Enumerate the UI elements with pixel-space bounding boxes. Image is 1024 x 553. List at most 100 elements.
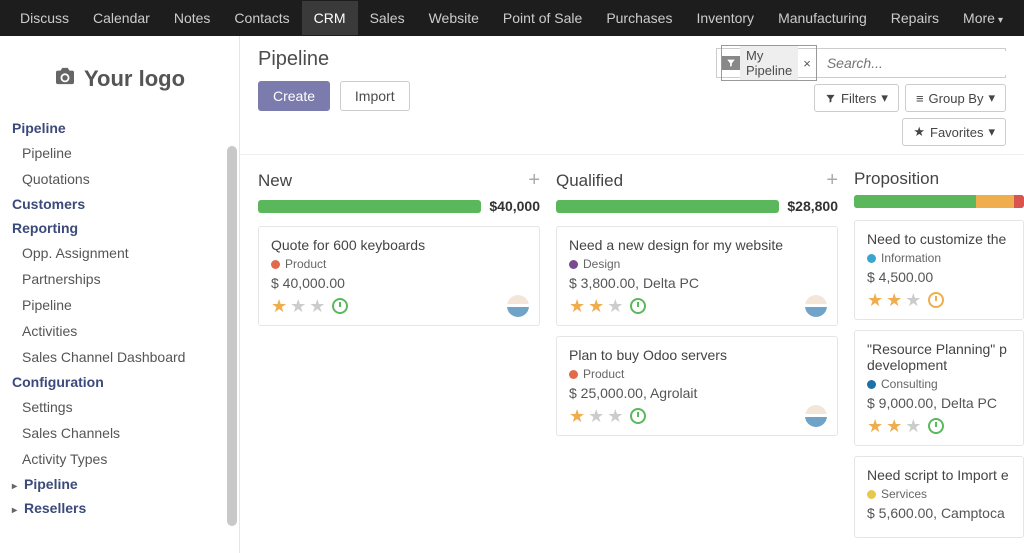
chevron-right-icon: ▸	[12, 481, 20, 492]
card-title: Need script to Import e	[867, 467, 1011, 483]
sidebar-item-settings[interactable]: Settings	[0, 394, 239, 420]
tag-dot-icon	[569, 370, 578, 379]
sidebar-item-quotations[interactable]: Quotations	[0, 166, 239, 192]
company-logo[interactable]: Your logo	[0, 48, 239, 116]
priority-stars[interactable]: ★★★	[271, 297, 527, 315]
filters-button[interactable]: Filters ▾	[814, 84, 899, 112]
card-subtitle: $ 25,000.00, Agrolait	[569, 385, 825, 401]
nav-item-repairs[interactable]: Repairs	[879, 1, 951, 35]
kanban-board: New+$40,000Quote for 600 keyboardsProduc…	[240, 155, 1024, 553]
control-panel: Pipeline Create Import My Pipeline ×	[240, 36, 1024, 155]
nav-item-inventory[interactable]: Inventory	[684, 1, 766, 35]
sidebar-section-pipeline[interactable]: Pipeline	[0, 116, 239, 140]
nav-item-point-of-sale[interactable]: Point of Sale	[491, 1, 594, 35]
sidebar-section-pipeline[interactable]: ▸Pipeline	[0, 472, 239, 496]
avatar[interactable]	[805, 405, 827, 427]
search-facet[interactable]: My Pipeline ×	[721, 45, 817, 81]
activity-clock-icon[interactable]	[332, 298, 348, 314]
sidebar-section-configuration[interactable]: Configuration	[0, 370, 239, 394]
sidebar-item-partnerships[interactable]: Partnerships	[0, 266, 239, 292]
card-tag: Product	[569, 367, 825, 381]
top-nav: DiscussCalendarNotesContactsCRMSalesWebs…	[0, 0, 1024, 36]
sidebar-item-activity-types[interactable]: Activity Types	[0, 446, 239, 472]
avatar[interactable]	[805, 295, 827, 317]
nav-item-purchases[interactable]: Purchases	[594, 1, 684, 35]
card-title: Quote for 600 keyboards	[271, 237, 527, 253]
star-icon: ★	[867, 417, 883, 435]
import-button[interactable]: Import	[340, 81, 410, 111]
progress-bar	[854, 195, 1024, 208]
activity-clock-icon[interactable]	[928, 292, 944, 308]
sidebar-scrollbar[interactable]	[227, 146, 237, 526]
tag-dot-icon	[271, 260, 280, 269]
sidebar-section-customers[interactable]: Customers	[0, 192, 239, 216]
card-tag: Services	[867, 487, 1011, 501]
card-tag: Product	[271, 257, 527, 271]
funnel-icon	[825, 93, 836, 104]
funnel-icon	[722, 56, 740, 70]
kanban-column-qualified: Qualified+$28,800Need a new design for m…	[556, 169, 838, 539]
kanban-card[interactable]: Need a new design for my websiteDesign$ …	[556, 226, 838, 326]
card-subtitle: $ 40,000.00	[271, 275, 527, 291]
close-icon[interactable]: ×	[798, 54, 816, 73]
kanban-card[interactable]: Quote for 600 keyboards Product $ 40,000.0…	[258, 226, 540, 326]
nav-item-sales[interactable]: Sales	[358, 1, 417, 35]
star-icon: ★	[886, 417, 902, 435]
priority-stars[interactable]: ★★★	[569, 297, 825, 315]
search-bar[interactable]: My Pipeline ×	[716, 48, 1006, 78]
sidebar-item-pipeline[interactable]: Pipeline	[0, 292, 239, 318]
logo-text: Your logo	[84, 66, 185, 92]
kanban-card[interactable]: "Resource Planning" pdevelopmentConsulti…	[854, 330, 1024, 446]
sidebar-item-pipeline[interactable]: Pipeline	[0, 140, 239, 166]
search-facet-label: My Pipeline	[740, 46, 798, 80]
star-icon: ★	[569, 297, 585, 315]
search-input[interactable]	[821, 51, 1015, 75]
sidebar-section-reporting[interactable]: Reporting	[0, 216, 239, 240]
kanban-card[interactable]: Need script to Import eServices$ 5,600.0…	[854, 456, 1024, 538]
plus-icon[interactable]: +	[826, 169, 838, 192]
group-by-button[interactable]: ≡ Group By ▾	[905, 84, 1006, 112]
nav-item-manufacturing[interactable]: Manufacturing	[766, 1, 879, 35]
star-icon: ★	[905, 291, 921, 309]
nav-item-notes[interactable]: Notes	[162, 1, 223, 35]
kanban-card[interactable]: Plan to buy Odoo servers Product $ 25,000.…	[556, 336, 838, 436]
plus-icon[interactable]: +	[528, 169, 540, 192]
chevron-down-icon: ▾	[988, 124, 995, 140]
activity-clock-icon[interactable]	[630, 298, 646, 314]
create-button[interactable]: Create	[258, 81, 330, 111]
nav-item-contacts[interactable]: Contacts	[222, 1, 301, 35]
priority-stars[interactable]: ★★★	[867, 417, 1011, 435]
nav-item-website[interactable]: Website	[417, 1, 491, 35]
card-title: "Resource Planning" pdevelopment	[867, 341, 1011, 373]
star-icon: ★	[309, 297, 325, 315]
sidebar-item-sales-channel-dashboard[interactable]: Sales Channel Dashboard	[0, 344, 239, 370]
nav-item-crm[interactable]: CRM	[302, 1, 358, 35]
progress-bar	[556, 200, 779, 213]
sidebar-item-sales-channels[interactable]: Sales Channels	[0, 420, 239, 446]
activity-clock-icon[interactable]	[928, 418, 944, 434]
nav-item-calendar[interactable]: Calendar	[81, 1, 162, 35]
star-icon: ★	[271, 297, 287, 315]
progress-bar	[258, 200, 481, 213]
avatar[interactable]	[507, 295, 529, 317]
star-icon: ★	[905, 417, 921, 435]
card-title: Need to customize the	[867, 231, 1011, 247]
nav-item-more[interactable]: More▾	[951, 1, 1015, 35]
priority-stars[interactable]: ★★★	[569, 407, 825, 425]
sidebar: Your logo PipelinePipelineQuotationsCust…	[0, 36, 240, 553]
list-icon: ≡	[916, 91, 924, 106]
camera-icon	[54, 67, 76, 91]
card-title: Plan to buy Odoo servers	[569, 347, 825, 363]
priority-stars[interactable]: ★★★	[867, 291, 1011, 309]
star-icon: ★	[886, 291, 902, 309]
star-icon: ★	[867, 291, 883, 309]
activity-clock-icon[interactable]	[630, 408, 646, 424]
sidebar-item-activities[interactable]: Activities	[0, 318, 239, 344]
column-title: Qualified	[556, 171, 623, 191]
favorites-button[interactable]: ★ Favorites ▾	[902, 118, 1006, 146]
sidebar-section-resellers[interactable]: ▸Resellers	[0, 496, 239, 520]
star-icon: ★	[290, 297, 306, 315]
sidebar-item-opp-assignment[interactable]: Opp. Assignment	[0, 240, 239, 266]
kanban-card[interactable]: Need to customize theInformation$ 4,500.…	[854, 220, 1024, 320]
nav-item-discuss[interactable]: Discuss	[8, 1, 81, 35]
